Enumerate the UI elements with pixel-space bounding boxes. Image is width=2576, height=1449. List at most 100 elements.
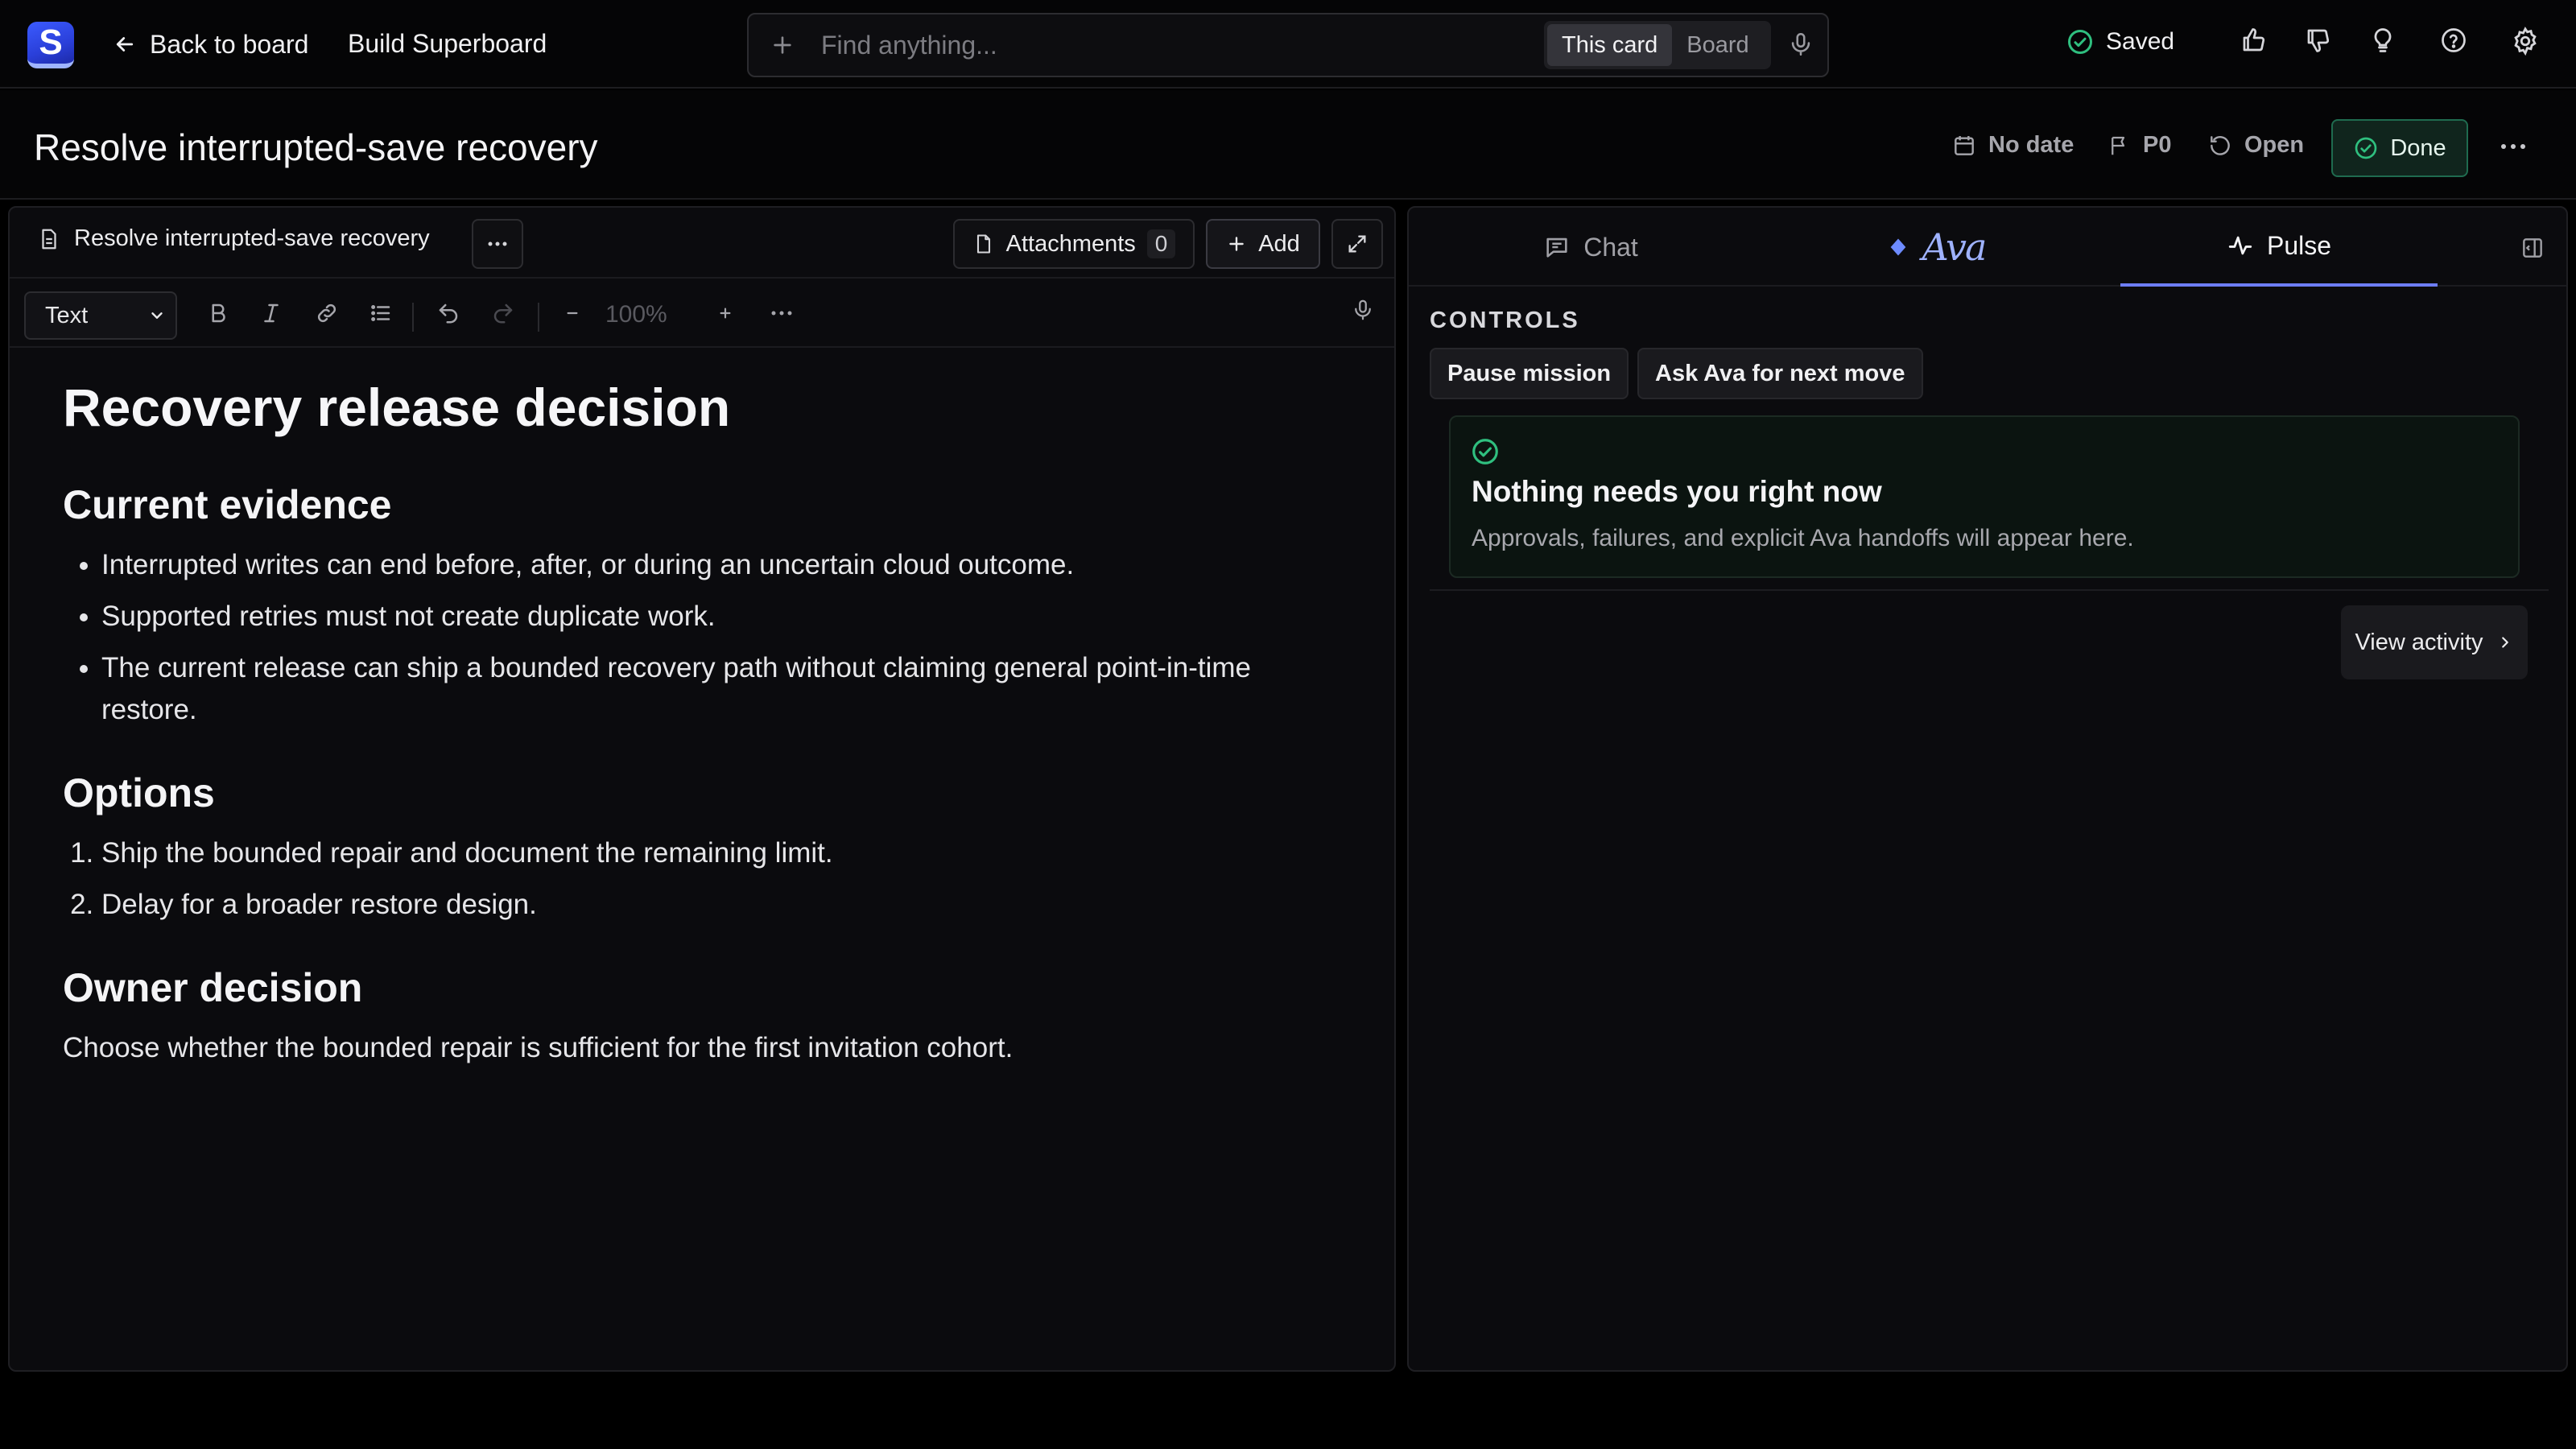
evidence-list: Interrupted writes can end before, after… <box>63 544 1351 731</box>
mark-done-button[interactable]: Done <box>2331 119 2468 177</box>
scope-board[interactable]: Board <box>1672 24 1763 66</box>
activity-icon <box>2227 232 2254 259</box>
card-state-button[interactable]: Open <box>2207 132 2304 159</box>
lightbulb-icon[interactable] <box>2368 26 2397 55</box>
check-circle-icon <box>1470 436 1501 467</box>
panel-collapse-icon[interactable] <box>2520 235 2545 261</box>
attachments-count: 0 <box>1146 229 1176 258</box>
status-description: Approvals, failures, and explicit Ava ha… <box>1472 525 2134 551</box>
redo-icon[interactable] <box>491 301 515 325</box>
date-label: No date <box>1988 132 2074 158</box>
list-item: Ship the bounded repair and document the… <box>101 832 1351 874</box>
list-item: Delay for a broader restore design. <box>101 884 1351 926</box>
status-headline: Nothing needs you right now <box>1472 475 1882 508</box>
expand-editor-button[interactable] <box>1331 219 1383 269</box>
more-horizontal-icon[interactable] <box>770 309 794 317</box>
tab-ava-label: Ava <box>1922 225 1988 269</box>
divider <box>1430 589 2549 591</box>
italic-icon[interactable] <box>259 301 283 325</box>
more-horizontal-icon[interactable] <box>2497 137 2529 156</box>
bullet-list-icon[interactable] <box>369 301 393 325</box>
file-icon <box>972 232 995 256</box>
file-text-icon <box>37 227 61 251</box>
search-input[interactable]: Find anything... <box>821 31 997 60</box>
document-tab[interactable]: Resolve interrupted-save recovery <box>37 225 430 252</box>
app-logo[interactable]: S <box>27 22 74 68</box>
gear-icon[interactable] <box>2510 26 2541 56</box>
maximize-icon <box>1346 233 1368 255</box>
block-style-select[interactable]: Text <box>24 291 177 340</box>
tab-pulse-label: Pulse <box>2266 230 2332 260</box>
diamond-icon <box>1887 236 1909 258</box>
toolbar-divider <box>412 303 414 332</box>
microphone-icon[interactable] <box>1351 296 1375 324</box>
thumbs-up-icon[interactable] <box>2240 26 2268 55</box>
check-circle-icon <box>2353 135 2379 161</box>
toolbar-divider <box>538 303 539 332</box>
section-heading: Options <box>63 770 215 815</box>
status-card: Nothing needs you right now Approvals, f… <box>1449 415 2520 578</box>
back-label: Back to board <box>150 29 309 59</box>
pause-mission-button[interactable]: Pause mission <box>1430 348 1629 399</box>
tab-chat[interactable]: Chat <box>1409 208 1773 287</box>
document-editor: Resolve interrupted-save recovery Attach… <box>8 206 1396 1372</box>
document-content[interactable]: Recovery release decision Current eviden… <box>63 377 1351 1069</box>
saved-label: Saved <box>2106 28 2175 55</box>
microphone-icon[interactable] <box>1787 31 1814 58</box>
back-to-board-button[interactable]: Back to board <box>113 24 308 64</box>
chevron-down-icon <box>148 307 166 324</box>
scope-this-card[interactable]: This card <box>1547 24 1673 66</box>
plus-icon[interactable] <box>770 32 795 58</box>
done-label: Done <box>2390 134 2446 161</box>
priority-button[interactable]: P0 <box>2107 132 2171 159</box>
help-icon[interactable] <box>2439 26 2468 55</box>
add-label: Add <box>1258 230 1300 257</box>
board-name-link[interactable]: Build Superboard <box>348 29 547 59</box>
add-attachment-button[interactable]: Add <box>1206 219 1320 269</box>
section-heading: Owner decision <box>63 965 363 1010</box>
link-icon[interactable] <box>314 301 340 325</box>
zoom-out-icon[interactable] <box>562 301 583 325</box>
search-scope-toggle: This card Board <box>1544 21 1771 69</box>
options-list: Ship the bounded repair and document the… <box>63 832 1351 926</box>
section-heading: Current evidence <box>63 482 392 527</box>
controls-heading: CONTROLS <box>1430 308 1580 333</box>
message-square-icon <box>1543 233 1571 261</box>
arrow-left-icon <box>113 32 137 56</box>
rotate-ccw-icon <box>2207 133 2233 159</box>
card-header: Resolve interrupted-save recovery No dat… <box>0 90 2576 200</box>
zoom-in-icon[interactable] <box>715 301 736 325</box>
formatting-toolbar: Text 100% <box>10 280 1394 348</box>
document-more-button[interactable] <box>472 219 523 269</box>
top-bar: S Back to board Build Superboard Find an… <box>0 0 2576 89</box>
list-item: Interrupted writes can end before, after… <box>101 544 1351 586</box>
logo-letter: S <box>39 23 63 62</box>
document-tab-label: Resolve interrupted-save recovery <box>74 225 430 251</box>
list-item: Supported retries must not create duplic… <box>101 596 1351 638</box>
more-horizontal-icon <box>486 240 509 248</box>
priority-label: P0 <box>2143 132 2172 158</box>
document-heading: Recovery release decision <box>63 378 731 437</box>
list-item: The current release can ship a bounded r… <box>101 647 1351 731</box>
view-activity-button[interactable]: View activity <box>2341 605 2528 679</box>
side-tabs: Chat Ava Pulse <box>1409 208 2566 287</box>
state-label: Open <box>2244 132 2305 158</box>
thumbs-down-icon[interactable] <box>2304 26 2333 55</box>
undo-icon[interactable] <box>436 301 460 325</box>
plus-icon <box>1226 233 1247 254</box>
view-activity-label: View activity <box>2355 629 2483 655</box>
tab-chat-label: Chat <box>1583 232 1638 262</box>
chevron-right-icon <box>2496 634 2514 651</box>
attachments-button[interactable]: Attachments 0 <box>953 219 1195 269</box>
check-circle-icon <box>2066 27 2095 56</box>
due-date-button[interactable]: No date <box>1951 132 2074 159</box>
decision-paragraph: Choose whether the bounded repair is suf… <box>63 1032 1013 1063</box>
card-title[interactable]: Resolve interrupted-save recovery <box>34 126 598 169</box>
tab-ava[interactable]: Ava <box>1773 208 2099 287</box>
ask-ava-button[interactable]: Ask Ava for next move <box>1637 348 1923 399</box>
attachments-label: Attachments <box>1005 230 1136 257</box>
zoom-level: 100% <box>605 301 667 328</box>
bold-icon[interactable] <box>206 301 230 325</box>
search-bar: Find anything... This card Board <box>747 13 1829 77</box>
tab-pulse[interactable]: Pulse <box>2120 208 2438 287</box>
